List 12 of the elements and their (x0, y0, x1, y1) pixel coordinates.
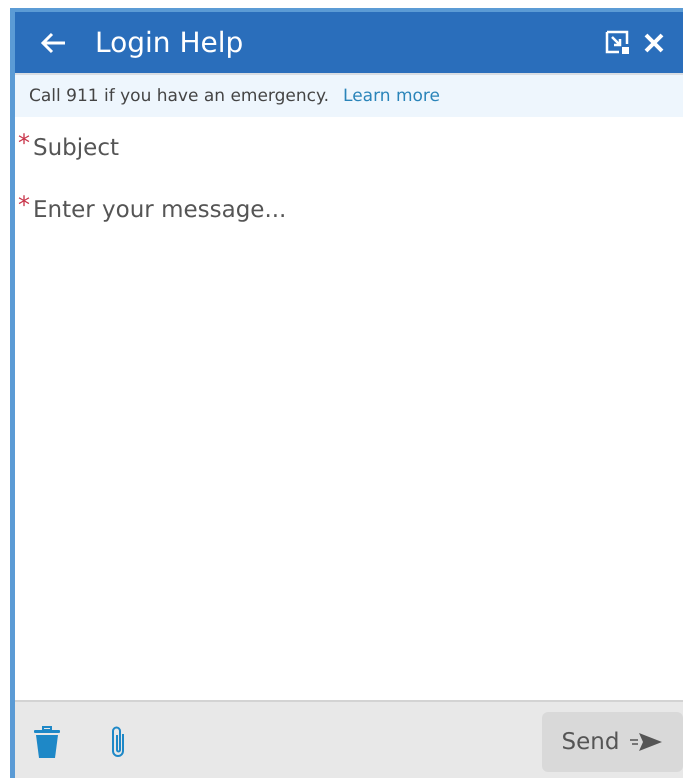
learn-more-link[interactable]: Learn more (343, 86, 440, 106)
trash-icon[interactable] (33, 724, 61, 760)
message-field[interactable]: Enter your message... (33, 193, 633, 281)
popout-icon (605, 30, 631, 56)
notice-text: Call 911 if you have an emergency. (29, 86, 330, 106)
required-mark: * (17, 131, 31, 155)
close-icon (643, 32, 665, 54)
back-arrow-icon (39, 30, 67, 54)
required-mark: * (17, 193, 31, 217)
send-arrow-icon (629, 731, 664, 753)
window-title: Login Help (95, 26, 244, 59)
subject-field[interactable]: Subject (33, 131, 633, 165)
